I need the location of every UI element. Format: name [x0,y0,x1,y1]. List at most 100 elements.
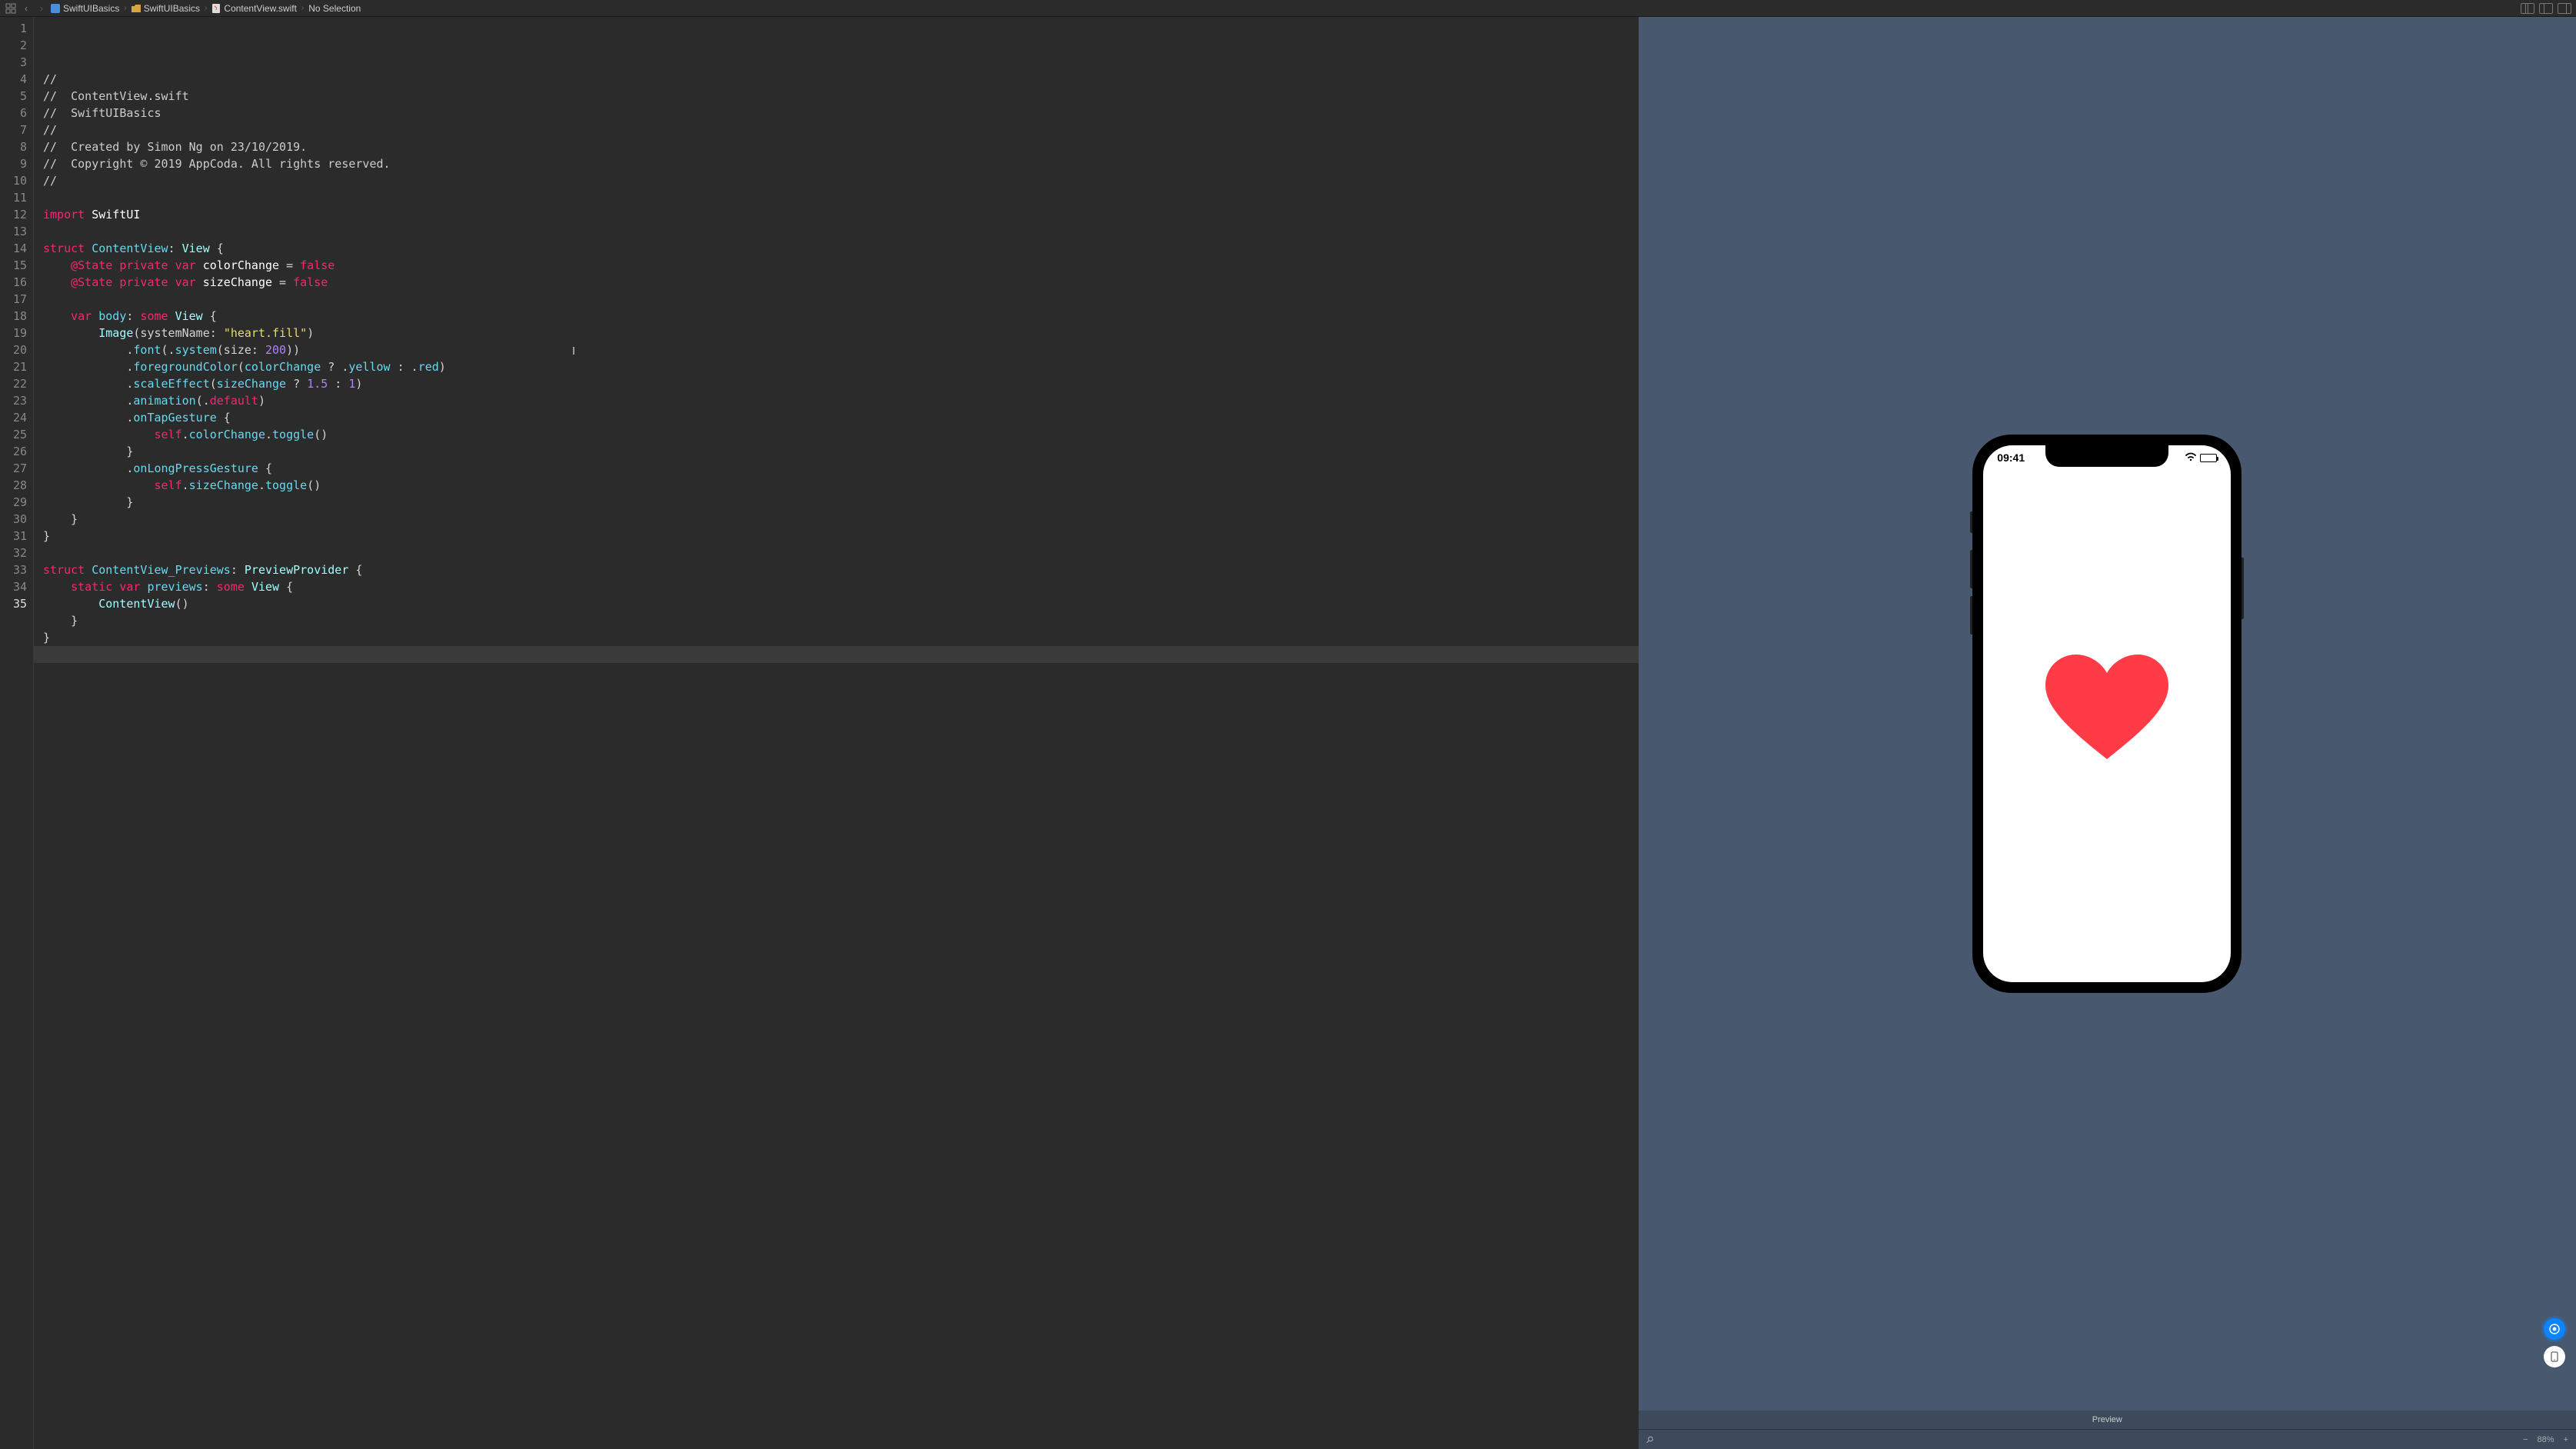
code-line[interactable]: // [43,71,1639,88]
code-line[interactable]: static var previews: some View { [43,578,1639,595]
preview-on-device-button[interactable] [2544,1346,2565,1367]
code-line[interactable]: import SwiftUI [43,206,1639,223]
code-editor[interactable]: 1234567891011121314151617181920212223242… [0,17,1639,1449]
line-number: 30 [0,511,27,528]
code-line[interactable]: } [43,511,1639,528]
preview-bottom-bar: ⚲ − 88% + [1639,1429,2576,1449]
breadcrumb-item-selection[interactable]: No Selection [308,3,361,14]
status-time: 09:41 [1997,451,2025,464]
code-content[interactable]: I //// ContentView.swift// SwiftUIBasics… [34,17,1639,1449]
iphone-screen[interactable]: 09:41 [1983,445,2231,982]
code-line[interactable]: } [43,612,1639,629]
breadcrumb-bar: ‹ › SwiftUIBasics › SwiftUIBasics › Cont… [0,0,2576,17]
battery-icon [2200,454,2217,462]
line-number: 14 [0,240,27,257]
code-line[interactable] [43,189,1639,206]
code-line[interactable] [34,646,1639,663]
line-number: 33 [0,561,27,578]
code-line[interactable]: struct ContentView_Previews: PreviewProv… [43,561,1639,578]
code-line[interactable]: // Copyright © 2019 AppCoda. All rights … [43,155,1639,172]
zoom-out-button[interactable]: − [2523,1435,2528,1444]
code-line[interactable]: .animation(.default) [43,392,1639,409]
code-line[interactable]: .onTapGesture { [43,409,1639,426]
code-line[interactable]: .scaleEffect(sizeChange ? 1.5 : 1) [43,375,1639,392]
editor-split-right-icon[interactable] [2558,3,2571,14]
code-line[interactable]: } [43,443,1639,460]
code-line[interactable]: // Created by Simon Ng on 23/10/2019. [43,138,1639,155]
code-line[interactable]: } [43,528,1639,545]
minimap-toggle-icon[interactable] [2521,3,2534,14]
line-number: 15 [0,257,27,274]
code-line[interactable]: self.colorChange.toggle() [43,426,1639,443]
nav-back-icon[interactable]: ‹ [20,2,32,15]
iphone-device-frame: 09:41 [1972,435,2242,993]
nav-forward-icon[interactable]: › [35,2,48,15]
preview-float-controls [2544,1318,2565,1367]
line-number: 17 [0,291,27,308]
breadcrumb-label: No Selection [308,3,361,14]
line-number: 1 [0,20,27,37]
line-number: 4 [0,71,27,88]
code-line[interactable] [43,223,1639,240]
line-number: 26 [0,443,27,460]
line-number: 31 [0,528,27,545]
breadcrumb-item-folder[interactable]: SwiftUIBasics [131,3,200,14]
folder-icon [131,4,141,13]
line-number: 9 [0,155,27,172]
editor-split-left-icon[interactable] [2539,3,2553,14]
code-line[interactable]: .foregroundColor(colorChange ? .yellow :… [43,358,1639,375]
breadcrumb-label: SwiftUIBasics [63,3,119,14]
line-number: 16 [0,274,27,291]
preview-canvas[interactable]: 09:41 [1639,17,2576,1411]
line-number: 8 [0,138,27,155]
code-line[interactable]: .onLongPressGesture { [43,460,1639,477]
breadcrumb-item-project[interactable]: SwiftUIBasics [51,3,119,14]
main-area: 1234567891011121314151617181920212223242… [0,17,2576,1449]
zoom-in-button[interactable]: + [2564,1435,2568,1444]
line-number: 21 [0,358,27,375]
silence-switch [1970,511,1972,533]
heart-icon[interactable] [2045,655,2168,765]
code-line[interactable] [43,291,1639,308]
line-number: 7 [0,122,27,138]
code-line[interactable]: // [43,172,1639,189]
breadcrumb-item-file[interactable]: ContentView.swift [211,3,297,14]
line-number: 23 [0,392,27,409]
preview-pane: 09:41 [1639,17,2576,1449]
code-line[interactable]: @State private var sizeChange = false [43,274,1639,291]
code-line[interactable]: // ContentView.swift [43,88,1639,105]
line-number: 24 [0,409,27,426]
code-line[interactable]: @State private var colorChange = false [43,257,1639,274]
code-line[interactable]: .font(.system(size: 200)) [43,341,1639,358]
line-number: 35 [0,595,27,612]
code-line[interactable]: } [43,494,1639,511]
line-number: 27 [0,460,27,477]
breadcrumb-label: SwiftUIBasics [144,3,200,14]
live-preview-button[interactable] [2544,1318,2565,1340]
power-button [2242,558,2244,619]
line-number-gutter: 1234567891011121314151617181920212223242… [0,17,34,1449]
preview-label: Preview [1639,1411,2576,1429]
related-items-icon[interactable] [5,2,17,15]
code-line[interactable]: } [43,629,1639,646]
line-number: 5 [0,88,27,105]
line-number: 3 [0,54,27,71]
line-number: 20 [0,341,27,358]
code-line[interactable]: ContentView() [43,595,1639,612]
code-line[interactable]: var body: some View { [43,308,1639,325]
line-number: 18 [0,308,27,325]
chevron-right-icon: › [122,4,128,12]
line-number: 25 [0,426,27,443]
zoom-level[interactable]: 88% [2538,1435,2554,1444]
code-line[interactable]: // [43,122,1639,138]
code-line[interactable]: struct ContentView: View { [43,240,1639,257]
volume-down-button [1970,596,1972,635]
code-line[interactable]: Image(systemName: "heart.fill") [43,325,1639,341]
code-line[interactable]: // SwiftUIBasics [43,105,1639,122]
editor-layout-controls [2521,3,2571,14]
line-number: 13 [0,223,27,240]
code-line[interactable] [43,545,1639,561]
code-line[interactable]: self.sizeChange.toggle() [43,477,1639,494]
pin-icon[interactable]: ⚲ [1643,1433,1656,1445]
chevron-right-icon: › [300,4,305,12]
